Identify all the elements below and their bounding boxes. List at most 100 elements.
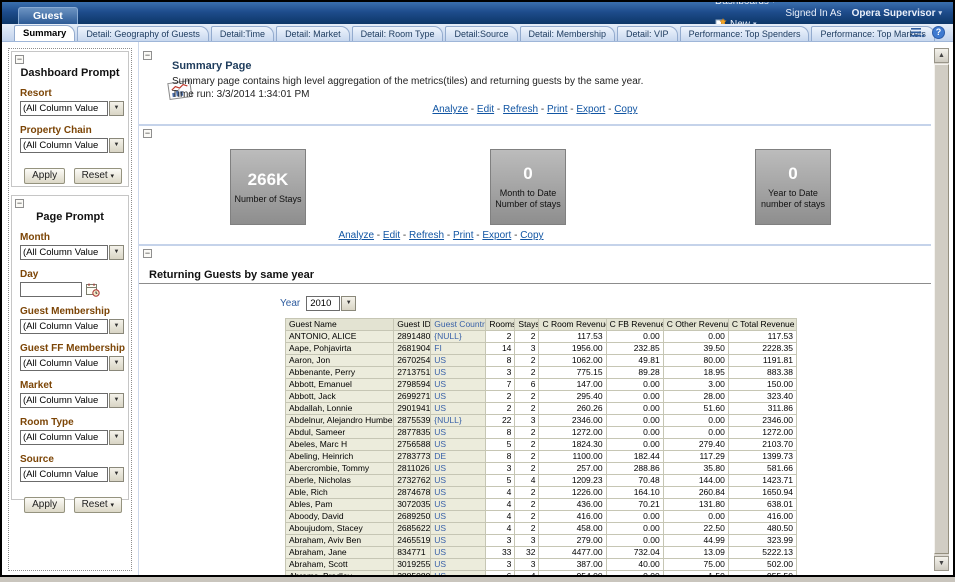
page-options-icon[interactable]: [911, 27, 925, 39]
tab-detail-membership[interactable]: Detail: Membership: [520, 26, 616, 41]
signed-in-user-menu[interactable]: Opera Supervisor ▾: [847, 8, 947, 19]
action-link-refresh[interactable]: Refresh: [503, 104, 538, 115]
table-cell[interactable]: US: [431, 535, 486, 547]
tab-detail-vip[interactable]: Detail: VIP: [617, 26, 678, 41]
prompt-select-month[interactable]: (All Column Value: [20, 245, 108, 260]
tab-detail-geography-of-guests[interactable]: Detail: Geography of Guests: [77, 26, 209, 41]
collapse-icon[interactable]: −: [15, 199, 24, 208]
table-cell[interactable]: US: [431, 403, 486, 415]
table-cell[interactable]: US: [431, 355, 486, 367]
collapse-icon[interactable]: −: [143, 51, 152, 60]
table-cell: 22.50: [663, 523, 728, 535]
action-link-print[interactable]: Print: [547, 104, 568, 115]
action-link-refresh[interactable]: Refresh: [409, 230, 444, 241]
tab-detail-time[interactable]: Detail:Time: [211, 26, 274, 41]
scrollbar-thumb[interactable]: [934, 64, 949, 554]
dropdown-arrow-icon[interactable]: ▼: [109, 101, 124, 116]
table-cell[interactable]: US: [431, 379, 486, 391]
table-cell[interactable]: US: [431, 439, 486, 451]
tab-performance-top-spenders[interactable]: Performance: Top Spenders: [680, 26, 810, 41]
table-cell[interactable]: {NULL}: [431, 415, 486, 427]
apply-button[interactable]: Apply: [24, 497, 65, 513]
dashboard-tab-guest[interactable]: Guest: [18, 7, 78, 24]
table-cell[interactable]: US: [431, 571, 486, 576]
action-link-copy[interactable]: Copy: [614, 104, 637, 115]
table-cell[interactable]: US: [431, 511, 486, 523]
help-icon[interactable]: ?: [932, 26, 945, 39]
reset-button[interactable]: Reset ▾: [74, 168, 122, 184]
prompt-select-resort[interactable]: (All Column Value: [20, 101, 108, 116]
scroll-down-icon[interactable]: ▼: [934, 556, 949, 571]
prompt-select-room-type[interactable]: (All Column Value: [20, 430, 108, 445]
collapse-icon[interactable]: −: [143, 249, 152, 258]
table-cell[interactable]: {NULL}: [431, 331, 486, 343]
table-cell: 2901941: [394, 403, 431, 415]
action-link-edit[interactable]: Edit: [383, 230, 400, 241]
table-cell: Abbott, Emanuel: [286, 379, 394, 391]
reset-button[interactable]: Reset ▾: [74, 497, 122, 513]
table-cell[interactable]: US: [431, 523, 486, 535]
action-link-copy[interactable]: Copy: [520, 230, 543, 241]
dropdown-arrow-icon[interactable]: ▼: [109, 245, 124, 260]
prompt-select-market[interactable]: (All Column Value: [20, 393, 108, 408]
table-cell: Abrams, Bradley: [286, 571, 394, 576]
tile-label: Year to Date number of stays: [758, 188, 828, 210]
scroll-up-icon[interactable]: ▲: [934, 48, 949, 63]
table-cell: 2: [486, 331, 515, 343]
table-cell[interactable]: US: [431, 475, 486, 487]
table-cell[interactable]: US: [431, 391, 486, 403]
day-input[interactable]: [20, 282, 82, 297]
page-title: Summary Page: [172, 60, 251, 72]
table-cell: 14: [486, 343, 515, 355]
table-cell[interactable]: FI: [431, 343, 486, 355]
chevron-down-icon: ▾: [938, 9, 942, 17]
link-separator: -: [511, 230, 520, 241]
table-cell: 28.00: [663, 391, 728, 403]
action-link-edit[interactable]: Edit: [477, 104, 494, 115]
prompt-select-guest-membership[interactable]: (All Column Value: [20, 319, 108, 334]
action-link-analyze[interactable]: Analyze: [432, 104, 468, 115]
dropdown-arrow-icon[interactable]: ▼: [109, 467, 124, 482]
table-cell: 0.00: [663, 511, 728, 523]
action-link-export[interactable]: Export: [482, 230, 511, 241]
collapse-icon[interactable]: −: [143, 129, 152, 138]
table-cell[interactable]: US: [431, 487, 486, 499]
nav-item-dashboards[interactable]: Dashboards▾: [710, 0, 780, 7]
table-cell: 260.84: [663, 487, 728, 499]
tab-detail-room-type[interactable]: Detail: Room Type: [352, 26, 444, 41]
table-cell[interactable]: US: [431, 427, 486, 439]
vertical-scrollbar[interactable]: ▲ ▼: [934, 48, 949, 571]
action-link-print[interactable]: Print: [453, 230, 474, 241]
prompt-select-property-chain[interactable]: (All Column Value: [20, 138, 108, 153]
prompt-label: Market: [20, 380, 128, 391]
page-prompt-buttons: Apply Reset ▾: [12, 494, 122, 513]
table-cell[interactable]: US: [431, 463, 486, 475]
action-link-export[interactable]: Export: [576, 104, 605, 115]
prompt-label: Room Type: [20, 417, 128, 428]
dropdown-arrow-icon[interactable]: ▼: [109, 430, 124, 445]
collapse-icon[interactable]: −: [15, 55, 24, 64]
tab-detail-source[interactable]: Detail:Source: [445, 26, 517, 41]
table-cell[interactable]: US: [431, 367, 486, 379]
table-cell[interactable]: US: [431, 499, 486, 511]
table-cell: 6: [515, 379, 539, 391]
table-cell: 35.80: [663, 463, 728, 475]
dropdown-arrow-icon[interactable]: ▼: [109, 356, 124, 371]
calendar-icon[interactable]: [86, 283, 100, 297]
table-cell[interactable]: DE: [431, 451, 486, 463]
dropdown-arrow-icon[interactable]: ▼: [109, 138, 124, 153]
prompt-select-guest-ff-membership[interactable]: (All Column Value: [20, 356, 108, 371]
action-link-analyze[interactable]: Analyze: [338, 230, 374, 241]
column-header-guest-country[interactable]: Guest Country: [431, 319, 486, 331]
prompt-select-source[interactable]: (All Column Value: [20, 467, 108, 482]
year-select[interactable]: 2010: [306, 296, 340, 311]
apply-button[interactable]: Apply: [24, 168, 65, 184]
table-cell[interactable]: US: [431, 547, 486, 559]
dropdown-arrow-icon[interactable]: ▼: [109, 319, 124, 334]
table-cell[interactable]: US: [431, 559, 486, 571]
tab-summary[interactable]: Summary: [14, 25, 75, 41]
table-cell: Abbenante, Perry: [286, 367, 394, 379]
tab-detail-market[interactable]: Detail: Market: [276, 26, 350, 41]
dropdown-arrow-icon[interactable]: ▼: [341, 296, 356, 311]
dropdown-arrow-icon[interactable]: ▼: [109, 393, 124, 408]
